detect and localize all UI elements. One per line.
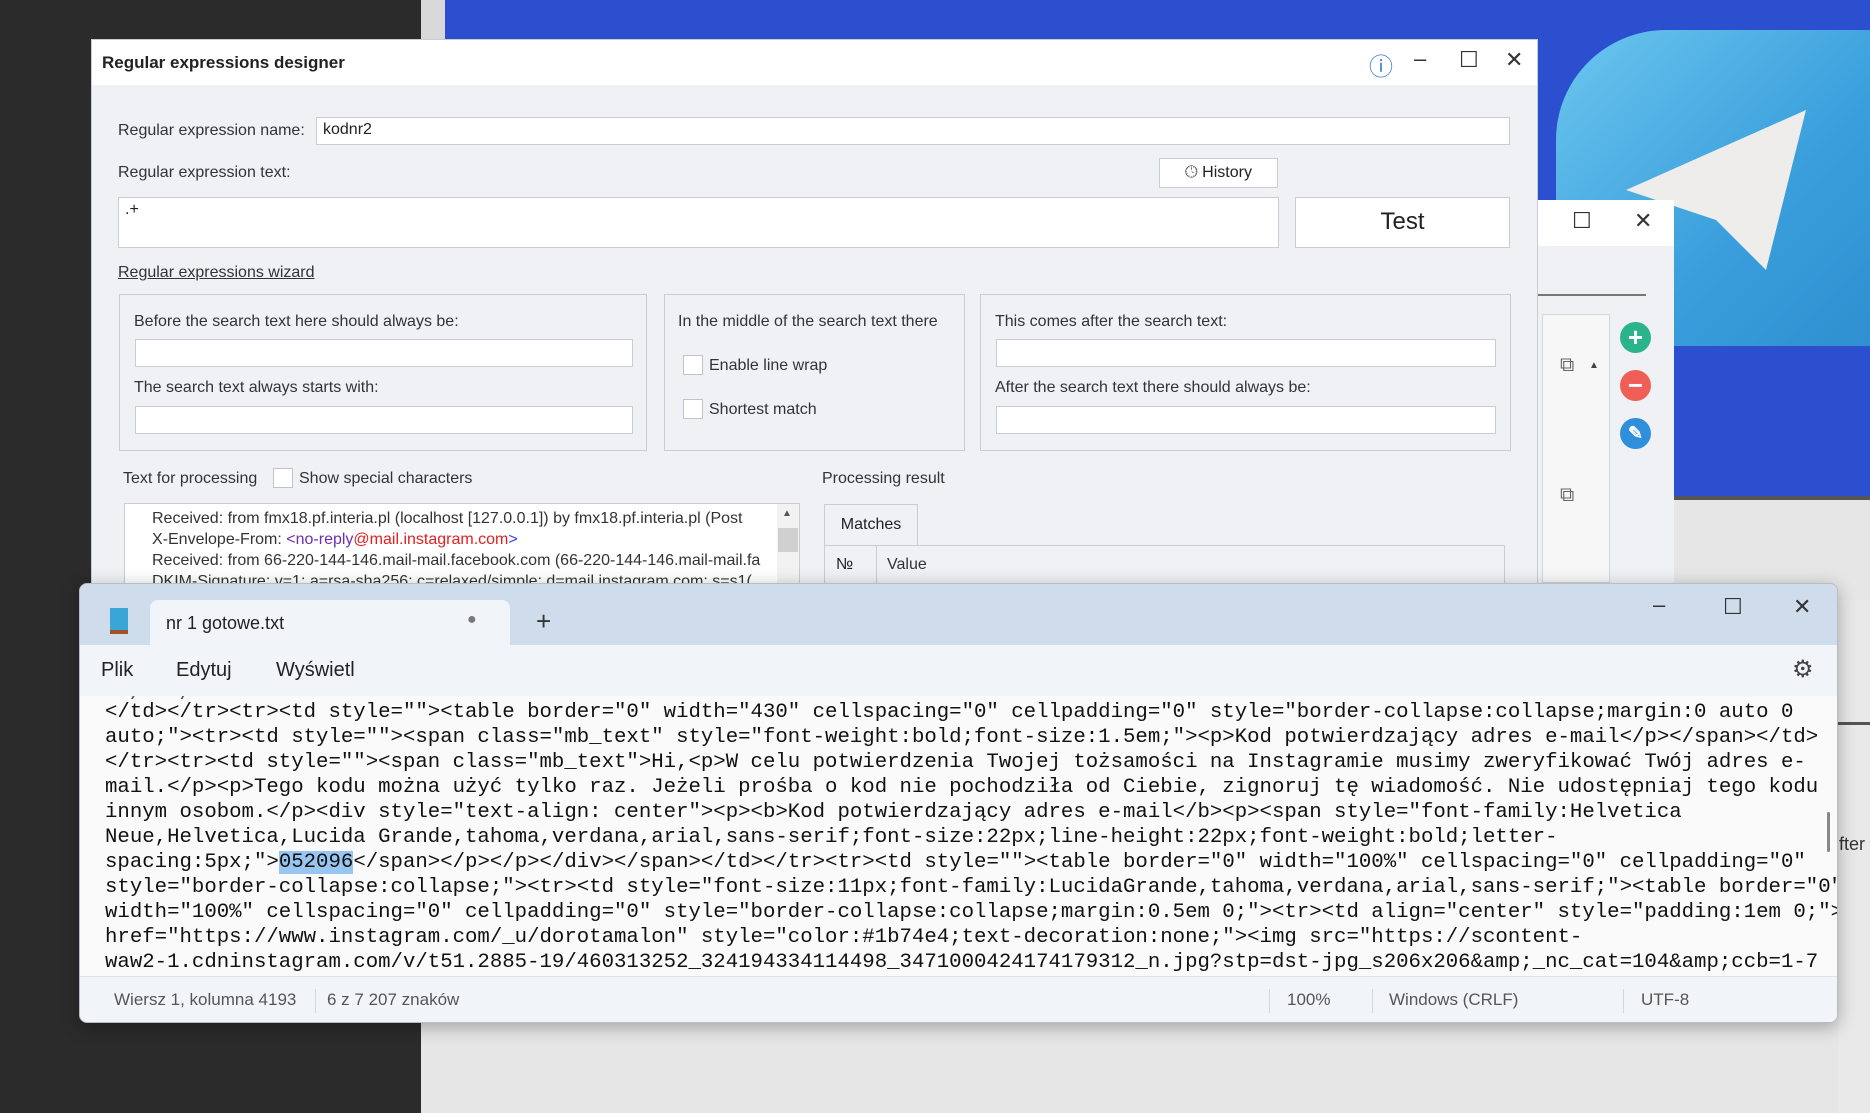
menu-file[interactable]: Plik — [101, 659, 133, 682]
before-group: Before the search text here should alway… — [119, 294, 647, 451]
history-icon: 🕓︎ — [1185, 164, 1203, 181]
processing-line: X-Envelope-From: <no-reply@mail.instagra… — [152, 529, 760, 550]
before-label: Before the search text here should alway… — [134, 313, 459, 330]
close-icon[interactable]: ✕ — [1634, 208, 1652, 234]
middle-label: In the middle of the search text there — [678, 313, 938, 330]
column-header-value[interactable]: Value — [887, 556, 927, 574]
close-icon[interactable]: ✕ — [1793, 594, 1811, 620]
line-wrap-label: Enable line wrap — [709, 357, 828, 374]
after-always-input[interactable] — [996, 406, 1496, 434]
notepad-window: nr 1 gotowe.txt ● + – ☐ ✕ Plik Edytuj Wy… — [79, 583, 1838, 1023]
background-divider — [1674, 496, 1870, 500]
text-segment: spacing:5px;"> — [105, 851, 279, 874]
starts-with-input[interactable] — [135, 406, 633, 434]
text-line: mail.</p><p>Tego kodu można użyć tylko r… — [105, 776, 1819, 799]
selection-count: 6 z 7 207 znaków — [327, 990, 460, 1009]
shortest-match-checkbox[interactable] — [683, 399, 703, 419]
background-window-titlebar: ☐ ✕ — [1538, 200, 1674, 246]
shortest-match-label: Shortest match — [709, 401, 817, 418]
close-icon[interactable]: ✕ — [1505, 47, 1523, 73]
notepad-icon — [110, 608, 128, 634]
menu-edit[interactable]: Edytuj — [176, 659, 232, 682]
text-line: width="100%" cellspacing="0" cellpadding… — [105, 901, 1837, 924]
cursor-position: Wiersz 1, kolumna 4193 — [114, 990, 297, 1009]
partial-text: fter — [1839, 834, 1866, 854]
text-line: </tr><tr><td style=""><span class="mb_te… — [105, 751, 1806, 774]
scroll-up-icon[interactable]: ▲ — [1589, 360, 1599, 371]
window-title: Regular expressions designer — [102, 53, 345, 72]
test-button[interactable]: Test — [1295, 197, 1510, 248]
regex-wizard-link[interactable]: Regular expressions wizard — [118, 264, 315, 282]
regex-text-input[interactable]: .+ — [118, 197, 1279, 248]
regex-designer-window: Regular expressions designer ⓘ – ☐ ✕ Reg… — [91, 39, 1538, 603]
text-line: spacing:5px;">052096</span></p></p></div… — [105, 850, 1806, 875]
middle-group: In the middle of the search text there E… — [664, 294, 965, 451]
envelope-end: > — [508, 531, 518, 548]
remove-icon[interactable]: − — [1620, 370, 1651, 401]
text-segment: </span></p></p></div></span></td></tr><t… — [353, 851, 1806, 874]
tab-file[interactable]: nr 1 gotowe.txt ● — [150, 600, 510, 646]
regex-name-input[interactable]: kodnr2 — [316, 117, 1510, 145]
maximize-icon[interactable]: ☐ — [1723, 594, 1743, 620]
regex-text-label: Regular expression text: — [118, 164, 291, 181]
text-editor[interactable]: / / </td></tr><tr><td style=""><table bo… — [80, 696, 1837, 976]
text-line: auto;"><tr><td style=""><span class="mb_… — [105, 726, 1819, 749]
divider — [1538, 294, 1646, 296]
background-window: ☐ ✕ ⧉ ▲ ⧉ + − ✎ — [1538, 200, 1674, 583]
zoom-level[interactable]: 100% — [1287, 990, 1330, 1010]
history-button[interactable]: 🕓︎ History — [1159, 158, 1278, 188]
copy-icon[interactable]: ⧉ — [1560, 354, 1574, 377]
text-line: </td></tr><tr><td style=""><table border… — [105, 701, 1794, 724]
scrollbar-thumb[interactable] — [1827, 812, 1830, 852]
minimize-icon[interactable]: – — [1653, 592, 1665, 618]
show-special-label: Show special characters — [299, 470, 473, 487]
column-header-number[interactable]: № — [825, 546, 877, 586]
help-icon[interactable]: ⓘ — [1369, 47, 1393, 82]
tab-title: nr 1 gotowe.txt — [166, 613, 285, 633]
copy-icon[interactable]: ⧉ — [1560, 484, 1574, 507]
processing-line: Received: from 66-220-144-146.mail-mail.… — [152, 552, 761, 569]
after-group: This comes after the search text: After … — [980, 294, 1511, 451]
text-line: waw2-1.cdninstagram.com/v/t51.2885-19/46… — [105, 951, 1819, 974]
envelope-user: <no-reply — [286, 531, 354, 548]
encoding[interactable]: UTF-8 — [1641, 990, 1689, 1010]
line-ending[interactable]: Windows (CRLF) — [1389, 990, 1518, 1010]
show-special-checkbox[interactable] — [273, 468, 293, 488]
maximize-icon[interactable]: ☐ — [1459, 47, 1479, 73]
before-input[interactable] — [135, 339, 633, 367]
envelope-label: X-Envelope-From: — [152, 531, 287, 548]
after-always-label: After the search text there should alway… — [995, 379, 1311, 396]
settings-gear-icon[interactable]: ⚙ — [1792, 655, 1814, 684]
tab-matches[interactable]: Matches — [824, 504, 918, 545]
background-window-right: fter — [1838, 600, 1870, 1113]
new-tab-button[interactable]: + — [536, 606, 551, 637]
history-label: History — [1202, 164, 1252, 181]
text-line: href="https://www.instagram.com/_u/dorot… — [105, 926, 1583, 949]
text-line: Neue,Helvetica,Lucida Grande,tahoma,verd… — [105, 826, 1558, 849]
processing-line: Received: from fmx18.pf.interia.pl (loca… — [152, 510, 743, 527]
list-grid — [1542, 314, 1610, 583]
selected-text[interactable]: 052096 — [278, 851, 354, 874]
maximize-icon[interactable]: ☐ — [1572, 208, 1592, 234]
envelope-domain: @mail.instagram.com — [353, 531, 509, 548]
regex-name-label: Regular expression name: — [118, 122, 305, 139]
text-line: style="border-collapse:collapse;"><tr><t… — [105, 876, 1837, 899]
after-label: This comes after the search text: — [995, 313, 1228, 330]
after-input[interactable] — [996, 339, 1496, 367]
status-bar: Wiersz 1, kolumna 4193 6 z 7 207 znaków … — [80, 976, 1837, 1022]
menu-view[interactable]: Wyświetl — [276, 659, 355, 682]
starts-with-label: The search text always starts with: — [134, 379, 379, 396]
unsaved-dot-icon: ● — [467, 611, 477, 628]
processing-result-label: Processing result — [822, 470, 945, 487]
tab-bar: nr 1 gotowe.txt ● + – ☐ ✕ — [80, 584, 1837, 646]
text-line: innym osobom.</p><div style="text-align:… — [105, 801, 1682, 824]
menu-bar: Plik Edytuj Wyświetl ⚙ — [80, 645, 1837, 696]
line-wrap-checkbox[interactable] — [683, 355, 703, 375]
title-bar: Regular expressions designer ⓘ – ☐ ✕ — [92, 40, 1537, 85]
edit-icon[interactable]: ✎ — [1620, 418, 1651, 449]
add-icon[interactable]: + — [1620, 322, 1651, 353]
text-for-processing-label: Text for processing — [123, 470, 258, 487]
minimize-icon[interactable]: – — [1414, 46, 1426, 72]
